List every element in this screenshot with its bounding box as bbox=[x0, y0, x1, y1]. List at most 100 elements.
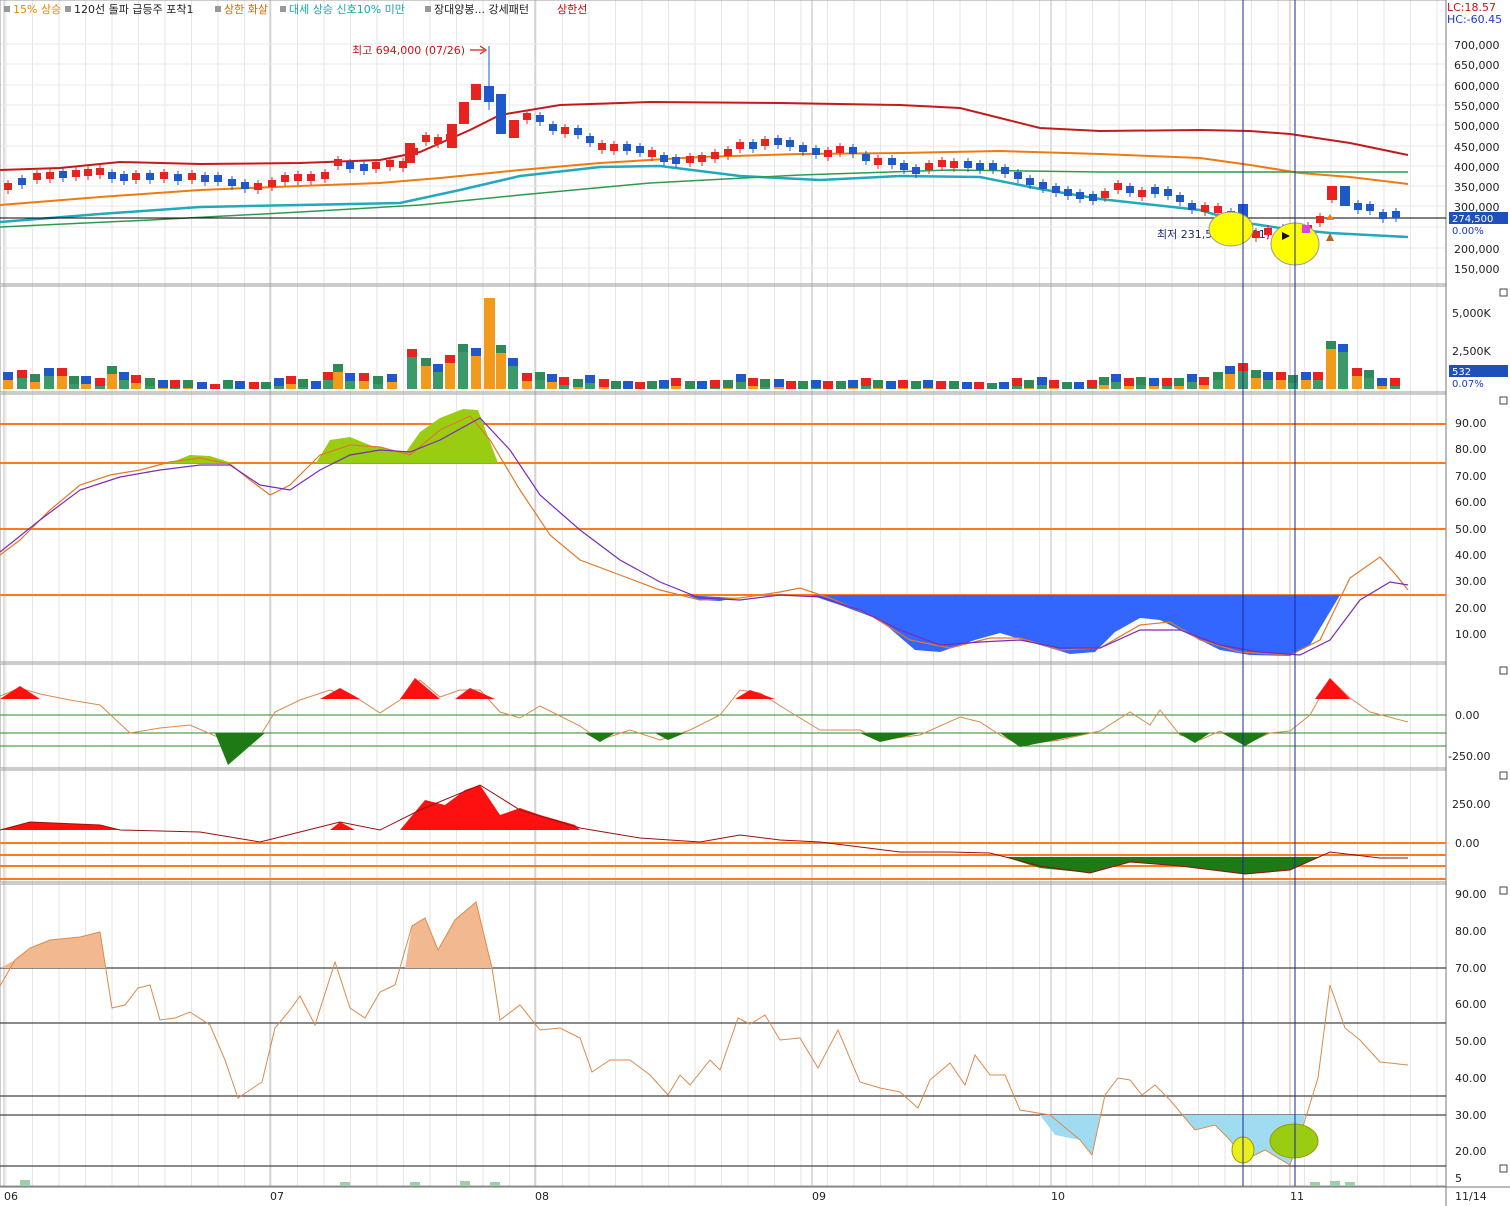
legend-item-pattern[interactable]: 장대양봉... 강세패턴 bbox=[434, 3, 529, 16]
volume-bar-base bbox=[458, 352, 468, 389]
volume-bar bbox=[873, 380, 883, 389]
stoch-tick: 20.00 bbox=[1455, 602, 1487, 615]
candle-down bbox=[174, 174, 182, 181]
price-tick: 200,000 bbox=[1454, 243, 1500, 256]
stoch-tick: 70.00 bbox=[1455, 470, 1487, 483]
legend-item-upper[interactable]: 상한선 bbox=[557, 3, 587, 16]
candle-up bbox=[610, 144, 618, 151]
volume-bar bbox=[710, 380, 720, 389]
price-tick: 300,000 bbox=[1454, 201, 1500, 214]
candle-up bbox=[874, 158, 882, 165]
volume-bar bbox=[1087, 380, 1097, 389]
volume-bar-base bbox=[274, 386, 284, 389]
candle-down bbox=[1366, 204, 1374, 211]
legend-item-120-line[interactable]: 120선 돌파 급등주 포착1 bbox=[74, 3, 193, 16]
volume-tick: 5,000K bbox=[1452, 307, 1491, 320]
candle-down bbox=[1392, 211, 1400, 218]
x-axis-label: 09 bbox=[812, 1190, 826, 1203]
volume-bar-base bbox=[760, 387, 770, 389]
candle-down bbox=[536, 115, 544, 122]
candle-down bbox=[1379, 212, 1387, 219]
stoch-tick: 30.00 bbox=[1455, 575, 1487, 588]
volume-bar bbox=[962, 382, 972, 389]
legend-marker-icon bbox=[4, 6, 10, 12]
legend-item-trend[interactable]: 대세 상승 신호10% 미만 bbox=[289, 3, 405, 16]
candle-down bbox=[672, 157, 680, 164]
bottom-bar bbox=[460, 1181, 470, 1186]
candle-large bbox=[496, 94, 506, 134]
volume-bar-base bbox=[421, 366, 431, 389]
signal-box-icon bbox=[1302, 225, 1310, 233]
candle-up bbox=[46, 172, 54, 179]
volume-bar-base bbox=[1049, 388, 1059, 389]
volume-bar-base bbox=[1174, 386, 1184, 389]
volume-bar-base bbox=[433, 372, 443, 389]
candle-down bbox=[812, 148, 820, 155]
candle-up bbox=[96, 168, 104, 175]
volume-bar-base bbox=[535, 380, 545, 389]
volume-bar bbox=[823, 381, 833, 389]
volume-bar-base bbox=[1352, 376, 1362, 389]
volume-bar bbox=[923, 380, 933, 389]
volume-bar-base bbox=[57, 376, 67, 389]
candle-up bbox=[1214, 206, 1222, 213]
x-axis-label: 10 bbox=[1051, 1190, 1065, 1203]
candle-down bbox=[1076, 192, 1084, 199]
osc2-tick: 0.00 bbox=[1455, 837, 1480, 850]
volume-bar-base bbox=[131, 383, 141, 389]
panel-menu-button-volume[interactable] bbox=[1499, 288, 1508, 297]
candle-down bbox=[623, 144, 631, 151]
stoch-tick: 50.00 bbox=[1455, 523, 1487, 536]
legend-marker-icon bbox=[280, 6, 286, 12]
candle-down bbox=[849, 147, 857, 154]
panel-menu-button-rsi[interactable] bbox=[1499, 886, 1508, 895]
rsi-tick: 50.00 bbox=[1455, 1035, 1487, 1048]
candle-up bbox=[761, 139, 769, 146]
volume-bar-base bbox=[1199, 385, 1209, 389]
legend-item-15pct[interactable]: 15% 상승 bbox=[13, 3, 61, 16]
volume-bar bbox=[170, 380, 180, 389]
volume-bar bbox=[886, 381, 896, 389]
panel-menu-button-osc2[interactable] bbox=[1499, 771, 1508, 780]
volume-bar-base bbox=[861, 386, 871, 389]
volume-bar-peak bbox=[484, 298, 495, 389]
candle-down bbox=[888, 158, 896, 165]
bottom-bar bbox=[490, 1182, 500, 1186]
candle-down bbox=[1001, 167, 1009, 174]
candle-up bbox=[950, 161, 958, 168]
candle-up bbox=[938, 160, 946, 167]
candle-down bbox=[120, 174, 128, 181]
volume-bar bbox=[1062, 382, 1072, 389]
candle-large bbox=[509, 120, 519, 138]
legend-item-arrow[interactable]: 상한 화살 bbox=[224, 3, 268, 16]
candle-up bbox=[434, 137, 442, 144]
volume-bar-base bbox=[710, 388, 720, 389]
candle-down bbox=[636, 146, 644, 153]
candle-down bbox=[1052, 186, 1060, 193]
candle-up bbox=[188, 173, 196, 180]
candle-large bbox=[459, 102, 469, 124]
volume-bar-base bbox=[1087, 388, 1097, 389]
volume-bar-base bbox=[183, 388, 193, 389]
panel-menu-button-bottom[interactable] bbox=[1499, 1164, 1508, 1173]
price-tick: 450,000 bbox=[1454, 141, 1500, 154]
candle-down bbox=[749, 142, 757, 149]
candle-up bbox=[1138, 190, 1146, 197]
candle-down bbox=[1151, 187, 1159, 194]
panel-menu-button-osc1[interactable] bbox=[1499, 666, 1508, 675]
volume-bar bbox=[723, 380, 733, 389]
candle-up bbox=[711, 152, 719, 159]
panel-menu-button-stoch[interactable] bbox=[1499, 396, 1508, 405]
candle-down bbox=[18, 178, 26, 185]
volume-bar bbox=[235, 381, 245, 389]
volume-bar bbox=[635, 382, 645, 389]
price-tick: 550,000 bbox=[1454, 100, 1500, 113]
volume-bar-base bbox=[1288, 383, 1298, 389]
volume-bar-base bbox=[1364, 378, 1374, 389]
stoch-tick: 90.00 bbox=[1455, 417, 1487, 430]
candle-up bbox=[422, 135, 430, 142]
candle-up bbox=[254, 183, 262, 190]
candle-down bbox=[214, 175, 222, 182]
volume-bar bbox=[1024, 380, 1034, 389]
volume-bar-base bbox=[1136, 385, 1146, 389]
